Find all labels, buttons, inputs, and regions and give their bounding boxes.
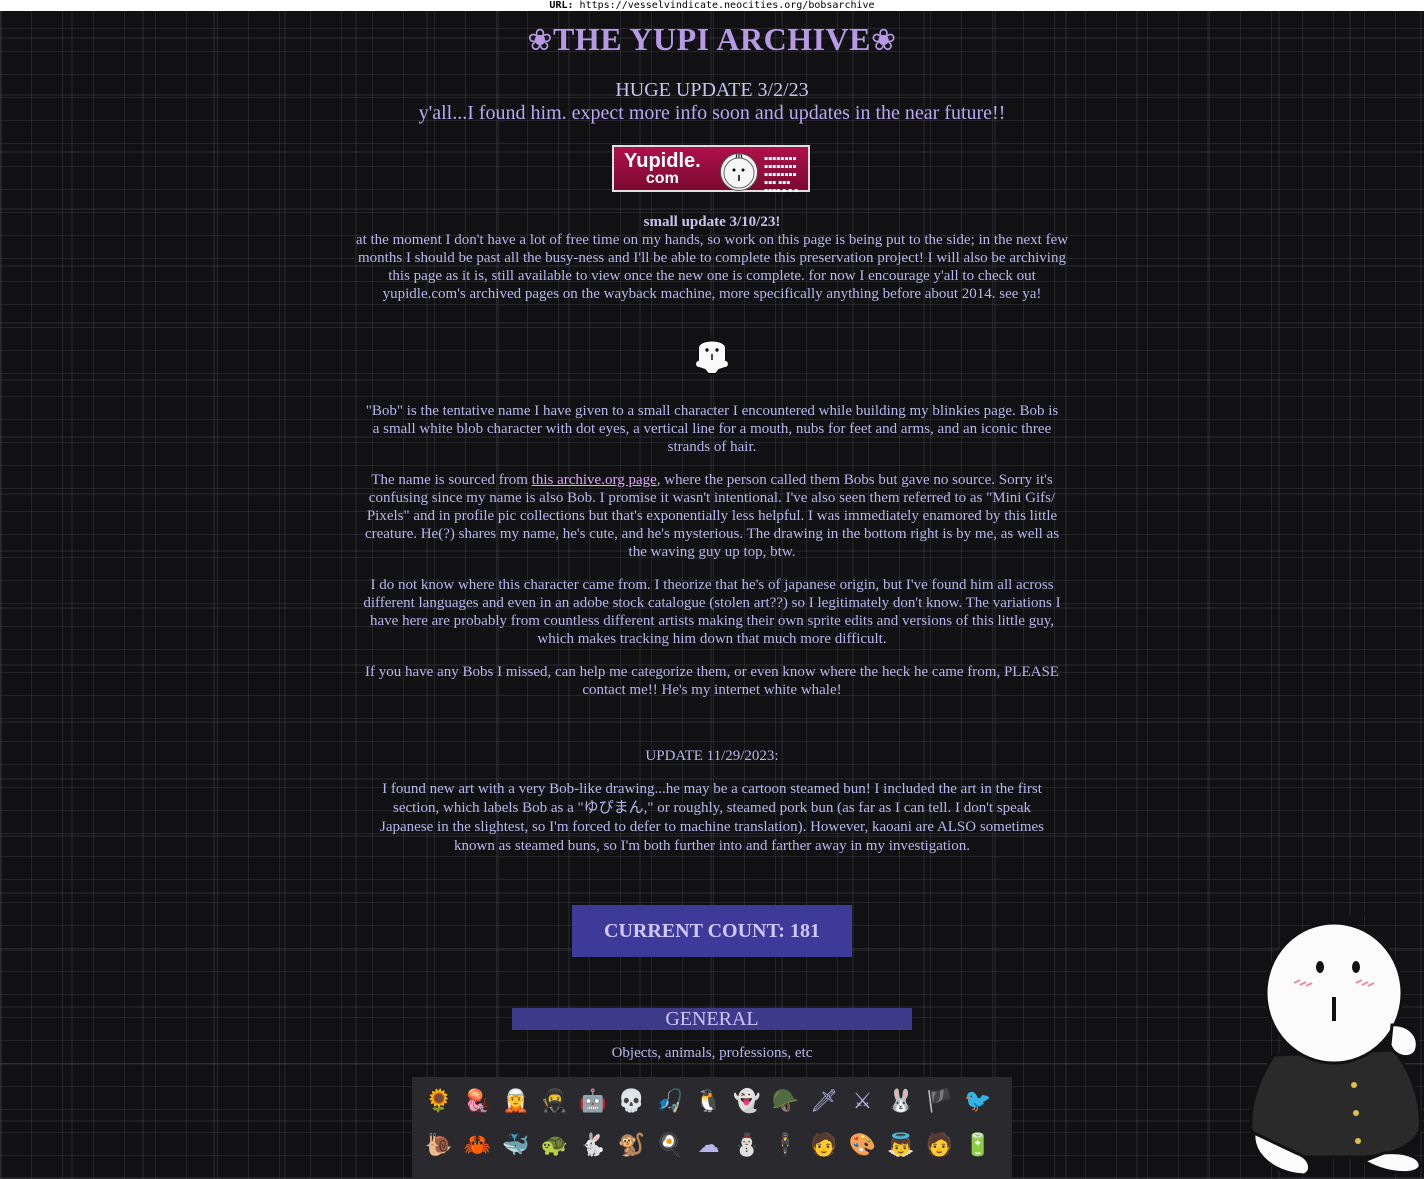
general-section-heading: GENERAL <box>512 1008 912 1030</box>
monkey-bob-icon: 🐒 <box>617 1132 646 1157</box>
ghost-bob-icon: 👻 <box>733 1088 761 1113</box>
gallery-icon-partial: ● <box>809 1169 839 1179</box>
flower-icon-left: ❀ <box>527 24 554 57</box>
huge-update-heading: HUGE UPDATE 3/2/23 <box>615 79 809 101</box>
snowman-bob-icon: ⛄ <box>733 1132 761 1157</box>
small-update-body: at the moment I don't have a lot of free… <box>355 232 1069 302</box>
intro-paragraph-4: If you have any Bobs I missed, can help … <box>365 664 1059 698</box>
gallery-icon-partial: ● <box>925 1169 955 1179</box>
gallery-icon-partial: ● <box>463 1169 493 1179</box>
samurai-bob-icon: ⚔ <box>852 1088 873 1113</box>
url-bar: URL: https://vesselvindicate.neocities.o… <box>0 0 1424 11</box>
student-bob-icon: 🧑 <box>810 1132 838 1157</box>
bob-gallery: 🌻 🪼 🧝 🥷 🤖 💀 🎣 🐧 👻 🪖 🗡 ⚔ 🐰 🏴 🐦 🐌 🦀 🐳 🐢 🐇 🐒 🍳 ☁ ⛄ 🕴 🧑 🎨 👼 🧑 🔋 ● ● ● ● ● ● ● ● ● ●… <box>412 1077 1012 1179</box>
update-1129-heading: UPDATE 11/29/2023: <box>645 748 779 764</box>
waving-bob-icon <box>694 334 730 375</box>
snail-bob-icon: 🐌 <box>425 1132 453 1157</box>
whale-bob-icon: 🐳 <box>502 1132 530 1157</box>
archive-org-link[interactable]: this archive.org page <box>532 472 657 488</box>
banner-logo-text: Yupidle. com <box>624 150 701 187</box>
huge-update: HUGE UPDATE 3/2/23 y'all...I found him. … <box>0 79 1424 125</box>
robot-bob-icon: 🤖 <box>579 1088 607 1113</box>
gallery-icon-partial: ● <box>771 1169 801 1179</box>
yupidle-banner-link[interactable]: Yupidle. com ▪▪▪▪ ▪ ▪ ▪ ▪▪▪ ▪▪▪ ▪▪▪▪▪▪▪▪ ▪▪… <box>612 145 810 194</box>
sunflower-bob-icon: 🌻 <box>425 1088 453 1113</box>
battery-bob-icon: 🔋 <box>964 1132 992 1157</box>
page-title: ❀THE YUPI ARCHIVE❀ <box>0 21 1424 58</box>
gallery-icon-partial: ● <box>617 1169 647 1179</box>
gallery-icon-partial: ● <box>963 1169 993 1179</box>
huge-update-message: y'all...I found him. expect more info so… <box>418 102 1006 124</box>
current-count: CURRENT COUNT: 181 <box>572 905 852 957</box>
gallery-icon-partial: ● <box>848 1169 878 1179</box>
banner-bob-icon <box>720 153 758 191</box>
gallery-icon-partial: ● <box>694 1169 724 1179</box>
fishing-bob-icon: 🎣 <box>656 1088 684 1113</box>
painter-bob-icon: 🎨 <box>848 1132 877 1157</box>
intro-paragraph-2: The name is sourced from this archive.or… <box>364 472 1060 560</box>
turtle-bob-icon: 🐢 <box>540 1132 569 1157</box>
intro-paragraph-3: I do not know where this character came … <box>363 577 1061 647</box>
gallery-icon-partial: ● <box>655 1169 685 1179</box>
bird-bob-icon: 🐦 <box>964 1088 992 1113</box>
egg-bob-icon: 🍳 <box>656 1132 684 1157</box>
soldier-bob-icon: 🪖 <box>771 1088 800 1113</box>
penguin-bob-icon: 🐧 <box>694 1088 723 1113</box>
gallery-icon-partial: ● <box>732 1169 762 1179</box>
angel-bob-icon: 👼 <box>887 1132 915 1157</box>
bob-drawing-icon <box>1249 905 1422 1177</box>
gallery-icon-partial: ● <box>540 1169 570 1179</box>
crab-bob-icon: 🦀 <box>463 1132 492 1157</box>
ninja-bob-icon: 🗡 <box>810 1088 838 1113</box>
flower-icon-right: ❀ <box>870 24 897 57</box>
gallery-icon-partial: ● <box>578 1169 608 1179</box>
rabbit-ears-bob-icon: 🐇 <box>579 1132 607 1157</box>
update-1129-body: I found new art with a very Bob-like dra… <box>380 781 1044 854</box>
bunny-bob-icon: 🐰 <box>887 1088 915 1113</box>
small-update-heading: small update 3/10/23! <box>643 214 781 230</box>
bandit-bob-icon: 🥷 <box>540 1088 569 1113</box>
blob-bob-icon: ☁ <box>697 1132 720 1157</box>
url-label: URL: <box>549 0 574 11</box>
jellyfish-bob-icon: 🪼 <box>463 1088 492 1113</box>
skeleton-bob-icon: 💀 <box>617 1088 646 1113</box>
gallery-icon-partial: ● <box>886 1169 916 1179</box>
page-title-text: THE YUPI ARCHIVE <box>553 21 871 57</box>
gallery-icon-partial: ● <box>501 1169 531 1179</box>
url-text[interactable]: https://vesselvindicate.neocities.org/bo… <box>580 0 875 11</box>
gallery-icon-partial: ● <box>424 1169 454 1179</box>
elf-bob-icon: 🧝 <box>502 1088 530 1113</box>
suit-bob-icon: 🕴 <box>771 1132 800 1157</box>
pirate-bob-icon: 🏴 <box>925 1088 954 1113</box>
intro-paragraph-1: "Bob" is the tentative name I have given… <box>365 403 1059 455</box>
general-section-subtitle: Objects, animals, professions, etc <box>611 1045 813 1061</box>
banner-fine-print: ▪▪▪▪ ▪ ▪ ▪ ▪▪▪ ▪▪▪ ▪▪▪▪▪▪▪▪ ▪▪▪▪▪▪▪▪ ▪▪▪▪▪▪▪… <box>764 155 799 194</box>
nurse-bob-icon: 🧑 <box>925 1132 954 1157</box>
small-update: small update 3/10/23! at the moment I do… <box>352 213 1072 303</box>
